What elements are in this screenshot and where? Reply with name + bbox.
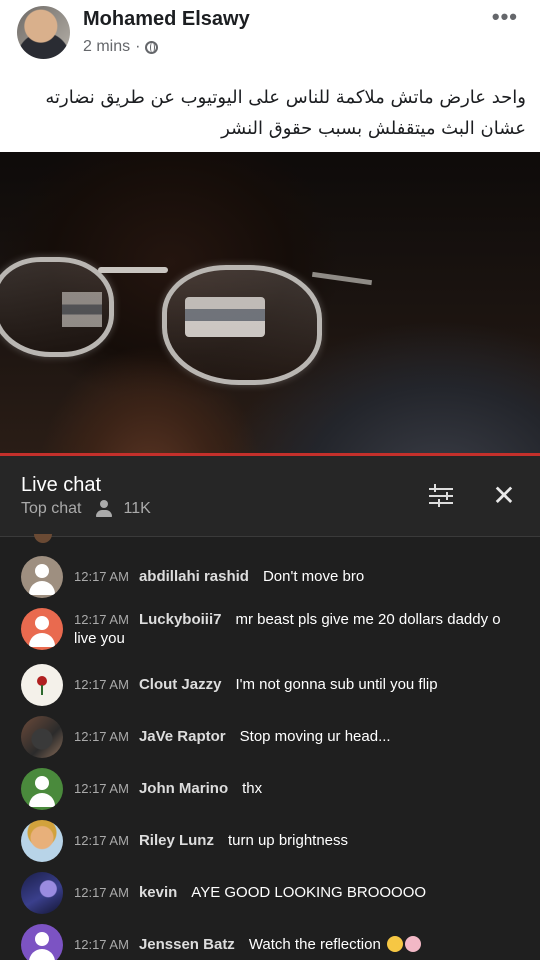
message-author[interactable]: kevin — [139, 884, 177, 901]
shocked-emoji-icon — [405, 936, 421, 952]
message-author[interactable]: Riley Lunz — [139, 832, 214, 849]
user-avatar[interactable] — [21, 768, 63, 810]
message-author[interactable]: Clout Jazzy — [139, 676, 222, 693]
post-meta: 2 mins · — [83, 38, 159, 56]
laughing-emoji-icon — [387, 936, 403, 952]
author-name[interactable]: Mohamed Elsawy — [83, 8, 250, 31]
post-text-line: عشان البث ميتقفلش بسبب حقوق النشر — [221, 118, 526, 139]
close-icon[interactable]: ✕ — [490, 482, 518, 510]
user-avatar[interactable] — [21, 820, 63, 862]
message-text: Watch the reflection — [248, 936, 381, 953]
partial-avatar — [34, 534, 52, 543]
chat-mode-selector[interactable]: Top chat 11K — [21, 500, 151, 518]
post-time[interactable]: 2 mins — [83, 38, 130, 56]
boxing-ring-reflection — [62, 292, 102, 327]
message-time: 12:17 AM — [74, 937, 129, 952]
author-avatar[interactable] — [17, 6, 70, 59]
message-time: 12:17 AM — [74, 781, 129, 796]
message-text: AYE GOOD LOOKING BROOOOO — [191, 884, 427, 901]
rose-avatar[interactable] — [21, 664, 63, 706]
message-text: turn up brightness — [227, 832, 349, 849]
message-text-wrap: live you — [74, 630, 125, 647]
post-header: Mohamed Elsawy 2 mins · ••• — [0, 0, 540, 70]
post-text-line: واحد عارض ماتش ملاكمة للناس على اليوتيوب… — [45, 87, 526, 108]
live-chat-panel: Live chat Top chat 11K ✕ 12:17 AM abdilla… — [0, 456, 540, 960]
meta-separator: · — [135, 38, 141, 55]
message-text: thx — [242, 780, 263, 797]
message-time: 12:17 AM — [74, 833, 129, 848]
message-text: Don't move bro — [262, 568, 365, 585]
live-chat-title: Live chat — [21, 474, 102, 496]
message-author[interactable]: Jenssen Batz — [139, 936, 235, 953]
globe-icon — [145, 40, 159, 54]
filter-icon[interactable] — [427, 484, 455, 508]
user-avatar[interactable] — [21, 716, 63, 758]
message-author[interactable]: abdillahi rashid — [139, 568, 249, 585]
glasses-bridge — [98, 267, 168, 273]
message-time: 12:17 AM — [74, 612, 129, 627]
message-text: I'm not gonna sub until you flip — [235, 676, 438, 693]
message-text: mr beast pls give me 20 dollars daddy o — [235, 611, 501, 628]
message-author[interactable]: JaVe Raptor — [139, 728, 226, 745]
glasses-arm — [311, 271, 373, 286]
video-player[interactable] — [0, 152, 540, 455]
post-text: واحد عارض ماتش ملاكمة للناس على اليوتيوب… — [6, 82, 526, 144]
more-options-icon[interactable]: ••• — [492, 4, 518, 30]
message-time: 12:17 AM — [74, 885, 129, 900]
user-avatar[interactable] — [21, 872, 63, 914]
message-time: 12:17 AM — [74, 677, 129, 692]
boxing-ring-reflection — [185, 297, 265, 337]
user-avatar[interactable] — [21, 924, 63, 960]
viewers-icon — [95, 500, 113, 518]
message-time: 12:17 AM — [74, 569, 129, 584]
user-avatar[interactable] — [21, 556, 63, 598]
viewer-count: 11K — [123, 500, 151, 517]
live-chat-header: Live chat Top chat 11K ✕ — [0, 456, 540, 537]
message-author[interactable]: John Marino — [139, 780, 228, 797]
message-text: Stop moving ur head... — [239, 728, 391, 745]
message-time: 12:17 AM — [74, 729, 129, 744]
chat-mode-label[interactable]: Top chat — [21, 500, 81, 518]
message-author[interactable]: Luckyboiii7 — [139, 611, 222, 628]
user-avatar[interactable] — [21, 608, 63, 650]
